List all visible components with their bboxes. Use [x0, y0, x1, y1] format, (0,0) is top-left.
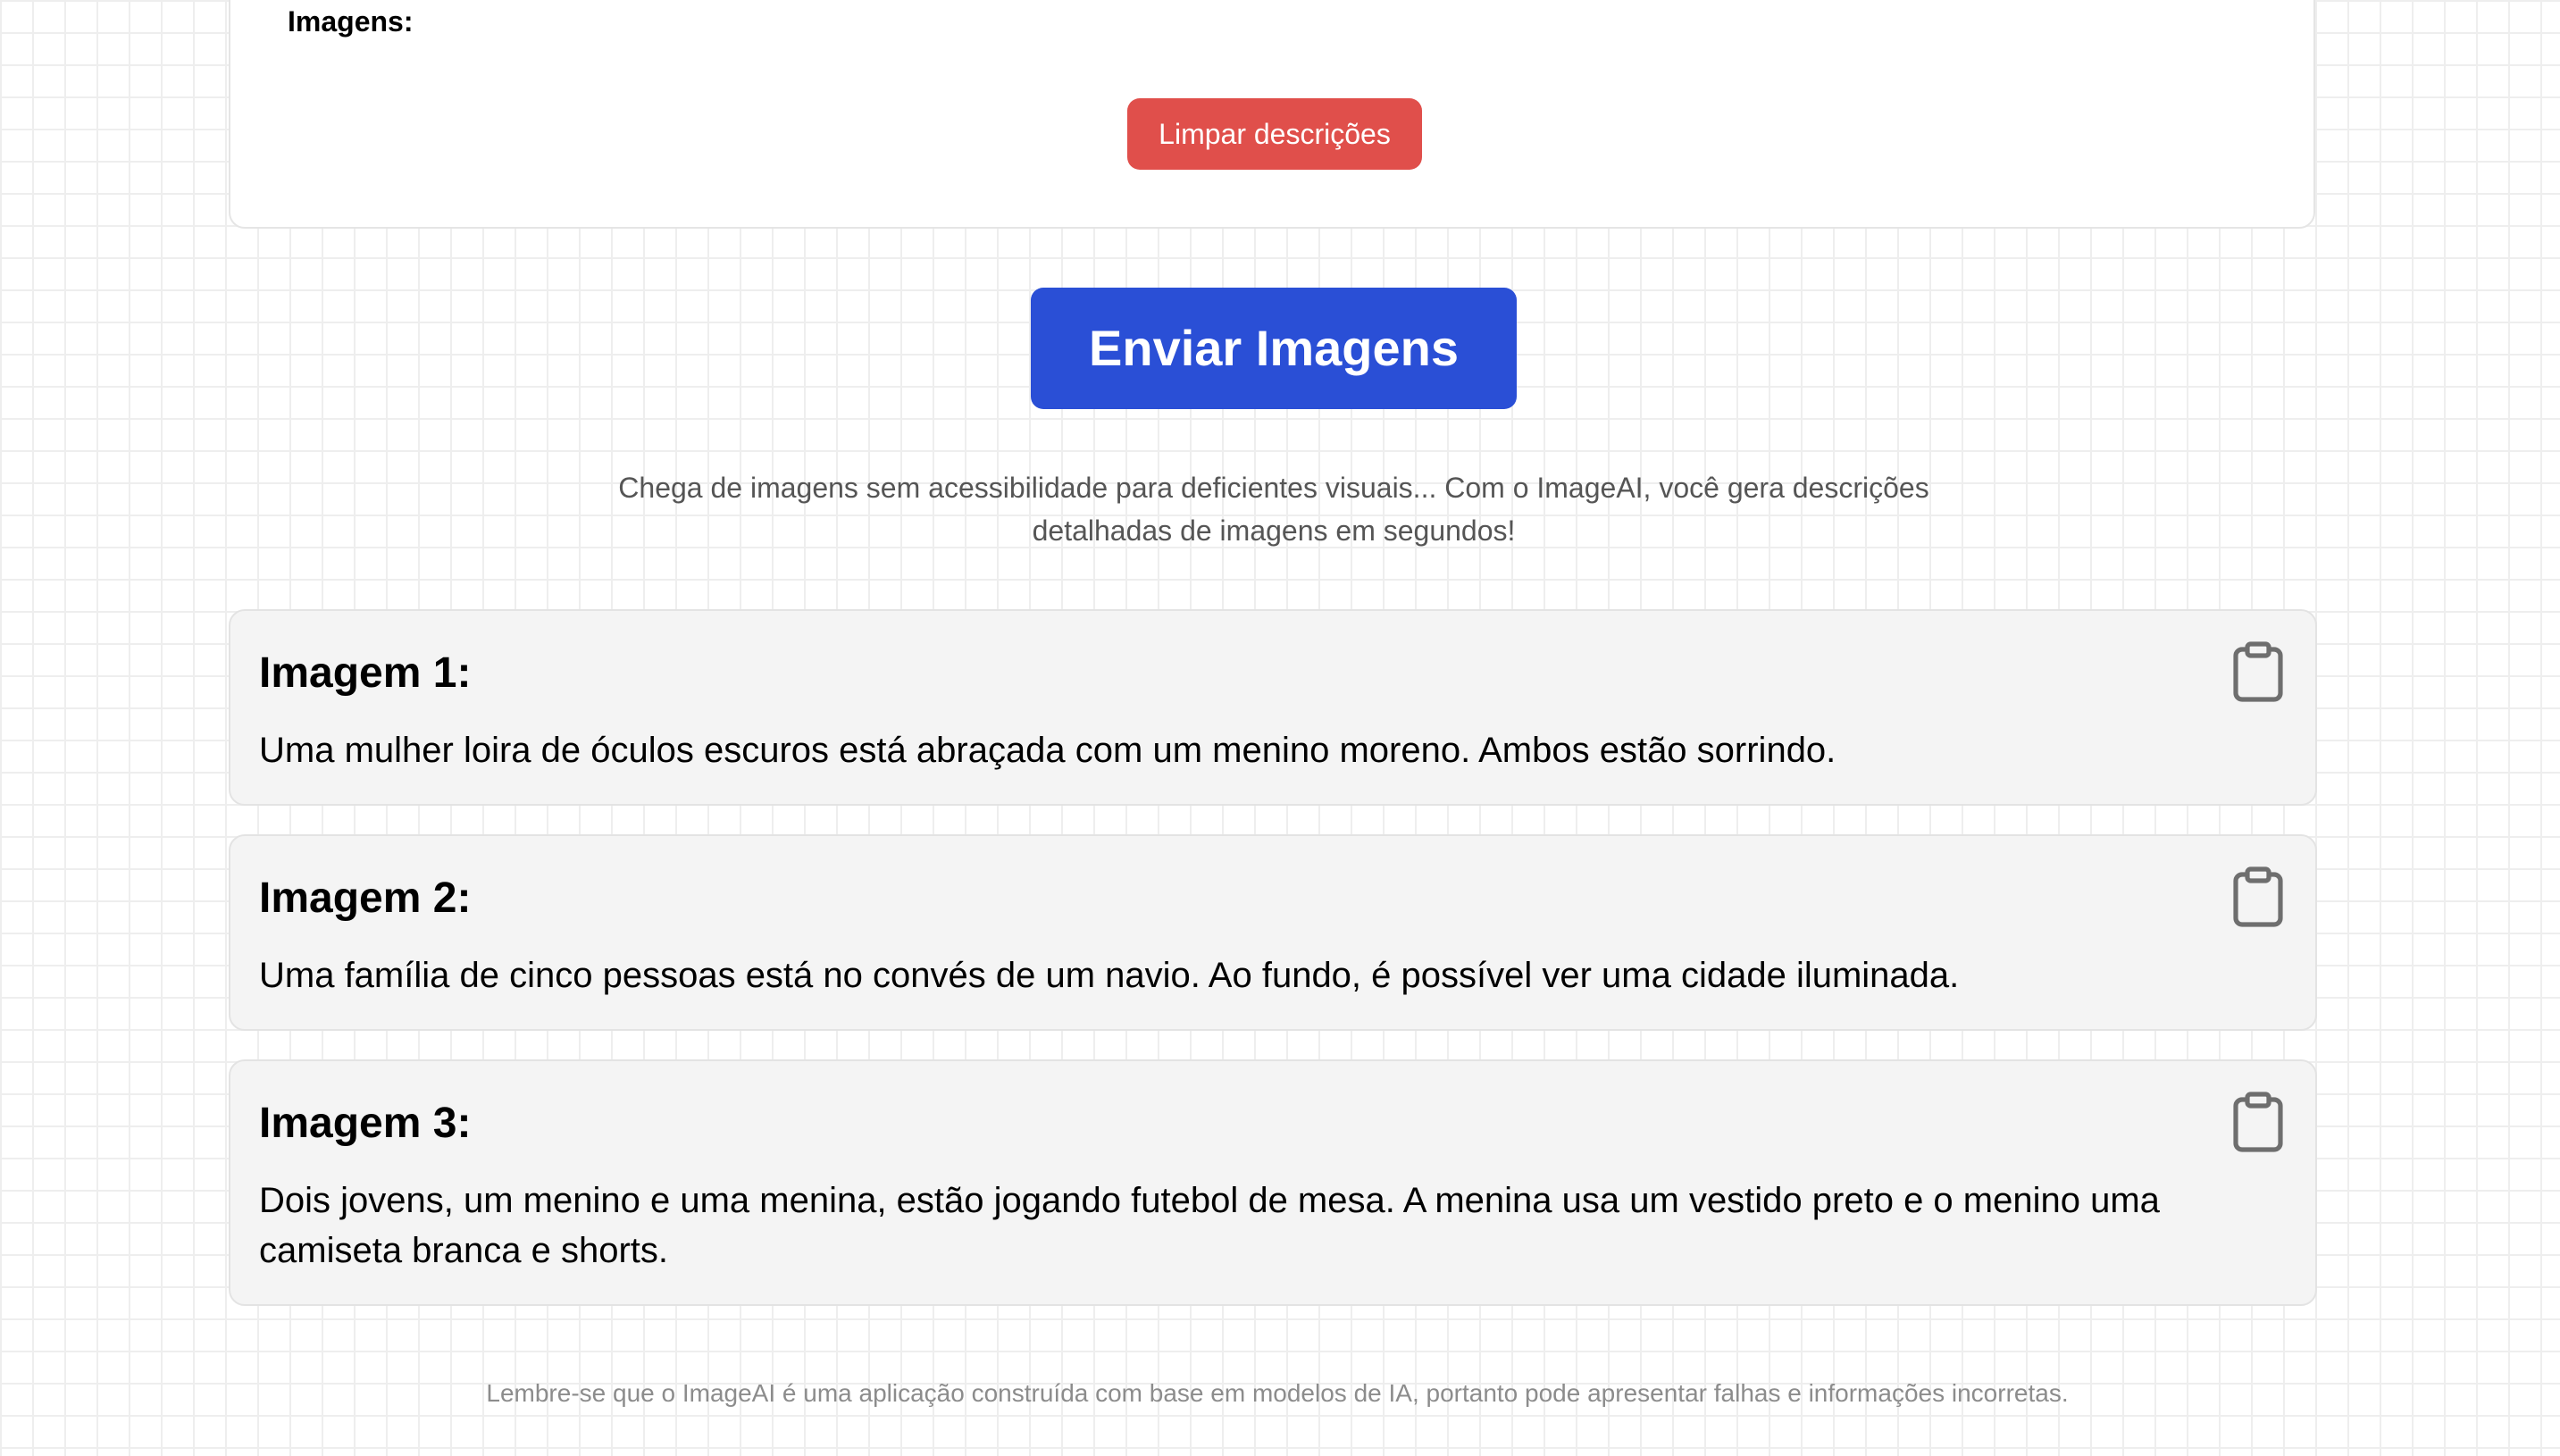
images-label: Imagens:	[288, 5, 414, 38]
description-text: Dois jovens, um menino e uma menina, est…	[259, 1181, 2160, 1270]
description-card-3: Imagem 3: Dois jovens, um menino e uma m…	[229, 1059, 2317, 1306]
clipboard-icon	[2231, 1092, 2285, 1152]
description-title: Imagem 3:	[259, 1100, 472, 1147]
description-title: Imagem 1:	[259, 649, 472, 697]
description-title: Imagem 2:	[259, 874, 472, 922]
clipboard-icon	[2231, 641, 2285, 702]
description-card-1: Imagem 1: Uma mulher loira de óculos esc…	[229, 609, 2317, 806]
description-text: Uma família de cinco pessoas está no con…	[259, 956, 1960, 995]
clipboard-icon	[2231, 866, 2285, 927]
description-text: Uma mulher loira de óculos escuros está …	[259, 731, 1836, 770]
disclaimer-footer: Lembre-se que o ImageAI é uma aplicação …	[486, 1379, 2069, 1407]
tagline: Chega de imagens sem acessibilidade para…	[618, 472, 1929, 547]
clear-descriptions-button[interactable]: Limpar descrições	[1127, 98, 1422, 170]
copy-button[interactable]	[2231, 866, 2285, 927]
send-images-button[interactable]: Enviar Imagens	[1031, 288, 1517, 409]
copy-button[interactable]	[2231, 641, 2285, 702]
copy-button[interactable]	[2231, 1092, 2285, 1152]
description-card-2: Imagem 2: Uma família de cinco pessoas e…	[229, 834, 2317, 1031]
upload-card: Imagens: Limpar descrições	[229, 0, 2315, 229]
